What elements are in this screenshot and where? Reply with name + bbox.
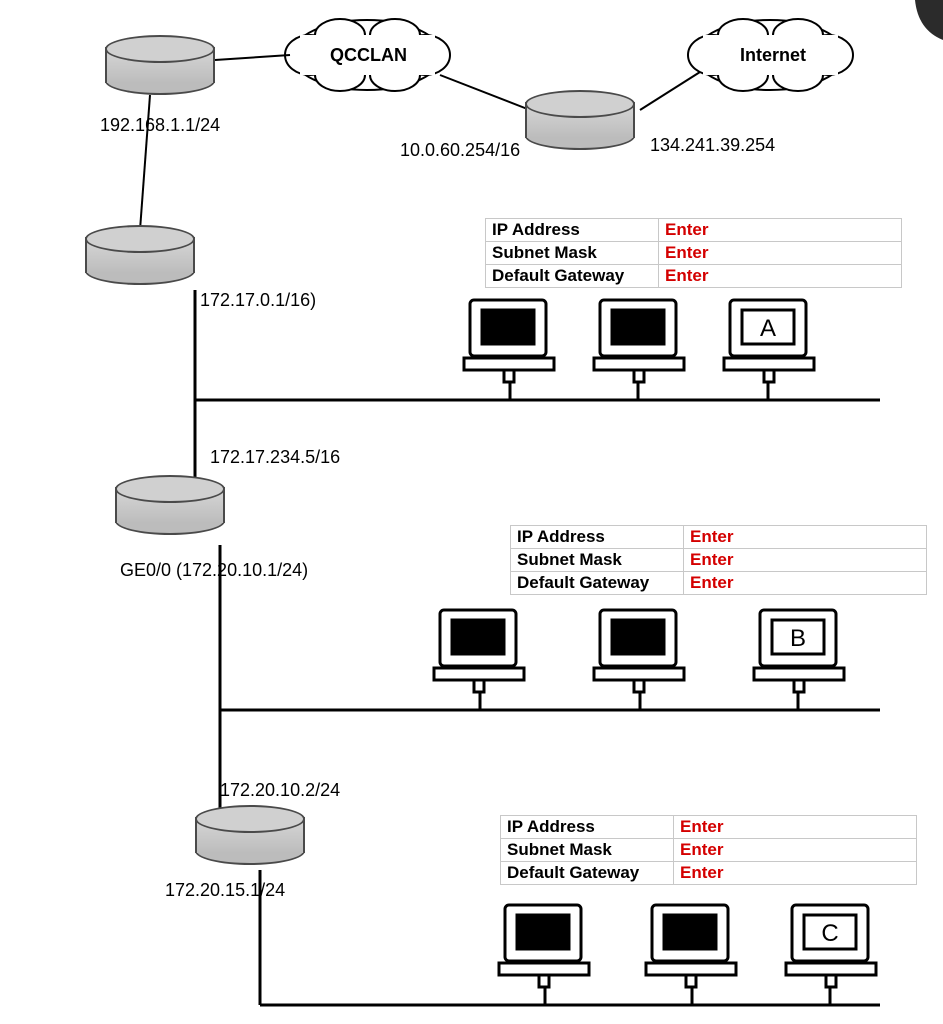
cfg-a-gw-label: Default Gateway <box>486 265 659 288</box>
cloud-qcclan-label: QCCLAN <box>330 45 407 66</box>
cfg-a-ip-value[interactable]: Enter <box>665 220 708 239</box>
router-3-icon <box>115 475 225 535</box>
label-r3-up: 172.17.234.5/16 <box>210 447 340 468</box>
label-qcc-right: 134.241.39.254 <box>650 135 775 156</box>
cfg-c-mask-value[interactable]: Enter <box>680 840 723 859</box>
label-r4-down: 172.20.15.1/24 <box>165 880 285 901</box>
cfg-b-mask-value[interactable]: Enter <box>690 550 733 569</box>
cfg-a-ip-label: IP Address <box>486 219 659 242</box>
cfg-table-c: IP Address Enter Subnet Mask Enter Defau… <box>500 815 917 885</box>
cfg-c-mask-label: Subnet Mask <box>501 839 674 862</box>
cfg-b-gw-value[interactable]: Enter <box>690 573 733 592</box>
cfg-table-a: IP Address Enter Subnet Mask Enter Defau… <box>485 218 902 288</box>
network-diagram: QCCLAN Internet 192.168.1.1/24 10.0.60.2… <box>0 0 943 1024</box>
cfg-b-mask-label: Subnet Mask <box>511 549 684 572</box>
router-2-icon <box>85 225 195 285</box>
cfg-b-ip-label: IP Address <box>511 526 684 549</box>
cfg-c-gw-label: Default Gateway <box>501 862 674 885</box>
cfg-c-gw-value[interactable]: Enter <box>680 863 723 882</box>
label-r4-up: 172.20.10.2/24 <box>220 780 340 801</box>
pc-c-letter: C <box>815 920 845 948</box>
cfg-b-gw-label: Default Gateway <box>511 572 684 595</box>
cloud-internet-label: Internet <box>740 45 806 66</box>
label-r3-down: GE0/0 (172.20.10.1/24) <box>120 560 308 581</box>
router-internet-icon <box>525 90 635 150</box>
router-4-icon <box>195 805 305 865</box>
pc-b-letter: B <box>783 625 813 653</box>
cfg-c-ip-label: IP Address <box>501 816 674 839</box>
cfg-a-mask-value[interactable]: Enter <box>665 243 708 262</box>
label-qcc-left: 10.0.60.254/16 <box>400 140 520 161</box>
cfg-b-ip-value[interactable]: Enter <box>690 527 733 546</box>
cfg-c-ip-value[interactable]: Enter <box>680 817 723 836</box>
label-r1-ip: 192.168.1.1/24 <box>100 115 220 136</box>
label-r2-down: 172.17.0.1/16) <box>200 290 316 311</box>
cfg-a-gw-value[interactable]: Enter <box>665 266 708 285</box>
cfg-table-b: IP Address Enter Subnet Mask Enter Defau… <box>510 525 927 595</box>
cfg-a-mask-label: Subnet Mask <box>486 242 659 265</box>
pc-a-letter: A <box>753 315 783 343</box>
router-1-icon <box>105 35 215 95</box>
